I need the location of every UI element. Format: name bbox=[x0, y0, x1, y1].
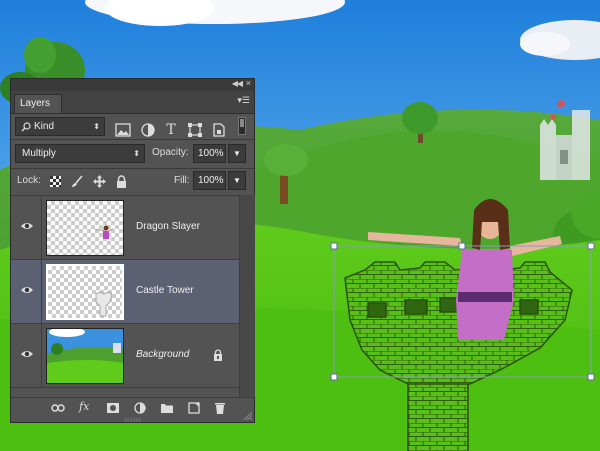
tower-thumbnail-art bbox=[95, 291, 113, 317]
layers-bottom-toolbar: fx bbox=[11, 397, 254, 418]
background-thumbnail-art bbox=[47, 329, 123, 383]
layer-thumbnail[interactable] bbox=[46, 328, 124, 384]
layer-name[interactable]: Castle Tower bbox=[136, 285, 194, 296]
new-group-icon[interactable] bbox=[160, 402, 174, 414]
layer-name[interactable]: Dragon Slayer bbox=[136, 221, 200, 232]
panel-title-bar[interactable]: ◀◀ × bbox=[11, 78, 254, 91]
double-chevron-icon[interactable]: ◀◀ bbox=[232, 79, 243, 88]
blend-mode-value: Multiply bbox=[22, 148, 56, 159]
resize-grip-icon[interactable] bbox=[124, 418, 142, 422]
layers-panel: ◀◀ × Layers ▾☰ Kind ⬍ T Multiply ⬍ Opaci… bbox=[10, 78, 255, 423]
fill-label: Fill: bbox=[174, 175, 190, 186]
layers-scrollbar[interactable] bbox=[239, 195, 255, 397]
layers-list: Dragon Slayer Castle Tower Background bbox=[11, 195, 254, 398]
divider bbox=[11, 139, 254, 140]
panel-tab-row: Layers ▾☰ bbox=[11, 91, 254, 114]
opacity-value: 100% bbox=[198, 148, 224, 159]
layer-thumbnail[interactable] bbox=[46, 200, 124, 256]
divider bbox=[11, 168, 254, 169]
chevron-updown-icon: ⬍ bbox=[93, 122, 100, 131]
chevron-updown-icon: ⬍ bbox=[133, 149, 140, 158]
opacity-field[interactable]: 100% bbox=[193, 144, 226, 163]
eye-icon[interactable] bbox=[20, 285, 34, 295]
filter-kind-label: Kind bbox=[34, 121, 55, 132]
image-filter-icon[interactable] bbox=[115, 123, 131, 137]
fill-value: 100% bbox=[198, 175, 224, 186]
girl-thumbnail-art bbox=[95, 225, 114, 239]
corner-resize-icon[interactable] bbox=[244, 412, 252, 420]
layer-row-dragon-slayer[interactable]: Dragon Slayer bbox=[11, 195, 239, 260]
add-mask-icon[interactable] bbox=[106, 402, 120, 414]
eye-icon[interactable] bbox=[20, 221, 34, 231]
delete-layer-icon[interactable] bbox=[213, 402, 227, 414]
close-icon[interactable]: × bbox=[246, 78, 251, 88]
opacity-label: Opacity: bbox=[152, 147, 189, 158]
blend-mode-select[interactable]: Multiply ⬍ bbox=[15, 144, 145, 163]
link-layers-icon[interactable] bbox=[51, 402, 65, 414]
shape-filter-icon[interactable] bbox=[187, 123, 203, 137]
type-filter-icon[interactable]: T bbox=[163, 123, 179, 137]
layer-row-castle-tower[interactable]: Castle Tower bbox=[11, 259, 239, 324]
lock-all-icon[interactable] bbox=[116, 175, 127, 188]
tab-layers[interactable]: Layers bbox=[14, 94, 62, 113]
fill-field[interactable]: 100% bbox=[193, 171, 226, 190]
eye-icon[interactable] bbox=[20, 349, 34, 359]
fill-dropdown-button[interactable]: ▼ bbox=[228, 171, 246, 190]
fx-icon[interactable]: fx bbox=[79, 400, 89, 413]
lock-image-pixels-icon[interactable] bbox=[71, 175, 84, 188]
new-layer-icon[interactable] bbox=[187, 402, 201, 414]
layer-thumbnail[interactable] bbox=[46, 264, 124, 320]
lock-position-icon[interactable] bbox=[93, 175, 106, 188]
adjustment-filter-icon[interactable] bbox=[140, 123, 156, 137]
filter-kind-select[interactable]: Kind ⬍ bbox=[15, 117, 105, 136]
lock-icon bbox=[214, 349, 222, 361]
opacity-dropdown-button[interactable]: ▼ bbox=[228, 144, 246, 163]
lock-label: Lock: bbox=[17, 175, 41, 186]
layer-name[interactable]: Background bbox=[136, 349, 189, 360]
smart-object-filter-icon[interactable] bbox=[211, 123, 227, 137]
search-icon bbox=[21, 122, 31, 132]
chevron-down-icon: ▼ bbox=[233, 176, 241, 185]
panel-menu-icon[interactable]: ▾☰ bbox=[237, 95, 250, 106]
layer-row-background[interactable]: Background bbox=[11, 323, 239, 388]
new-adjustment-layer-icon[interactable] bbox=[133, 402, 147, 414]
chevron-down-icon: ▼ bbox=[233, 149, 241, 158]
filter-toggle-icon[interactable] bbox=[238, 117, 246, 135]
lock-transparent-pixels-icon[interactable] bbox=[50, 176, 61, 187]
